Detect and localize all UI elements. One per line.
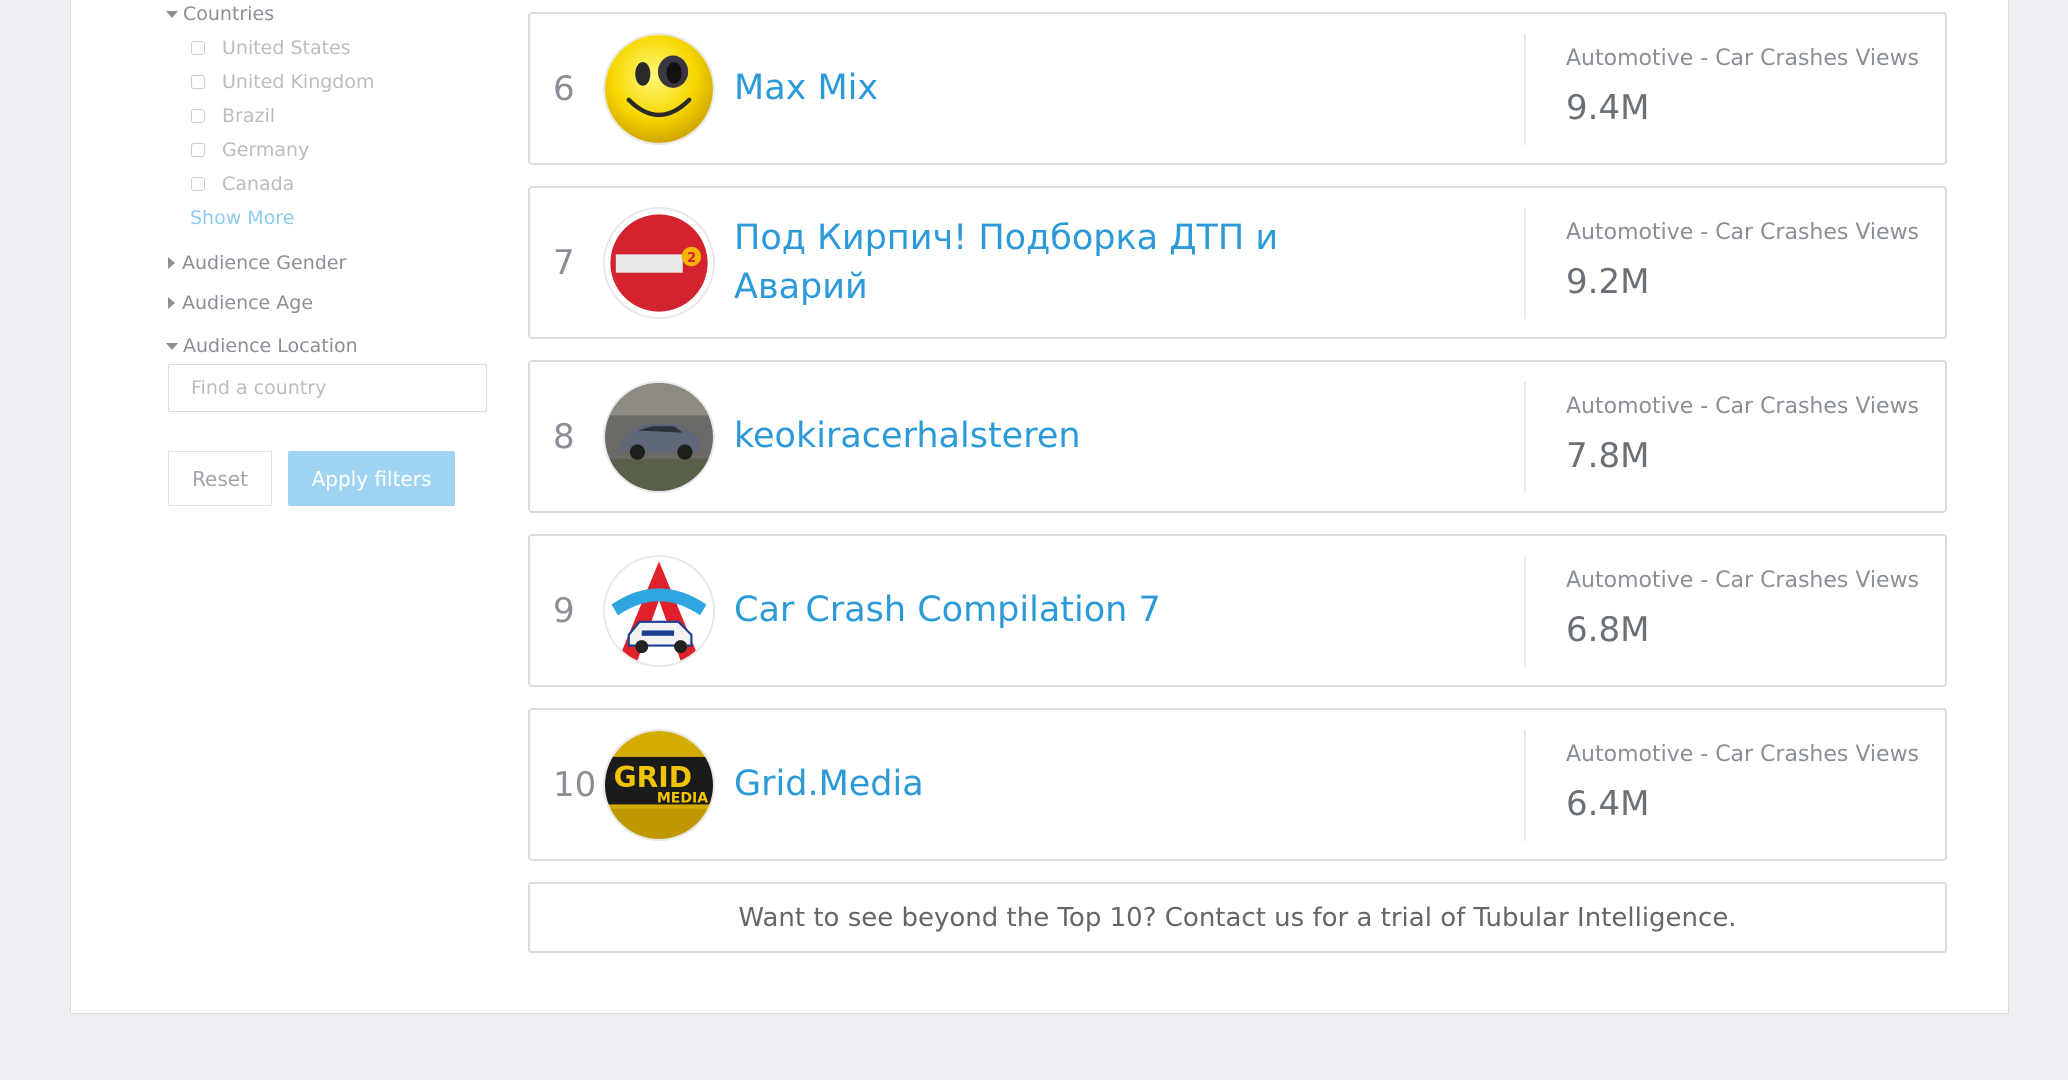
checkbox[interactable]	[191, 109, 205, 123]
views-count: 6.8M	[1566, 610, 1650, 650]
category-label: Automotive - Car Crashes Views	[1566, 46, 1920, 71]
country-option[interactable]: Brazil	[191, 105, 275, 127]
svg-text:MEDIA: MEDIA	[657, 790, 708, 806]
ranking-card[interactable]: 8 keokiracerhalsteren Automotive - Car C…	[528, 360, 1947, 513]
rank-number: 9	[553, 590, 575, 631]
channel-name-link[interactable]: keokiracerhalsteren	[734, 362, 1294, 511]
divider	[1524, 34, 1526, 145]
country-option[interactable]: Canada	[191, 173, 294, 195]
country-option[interactable]: Germany	[191, 139, 309, 161]
reset-button[interactable]: Reset	[168, 451, 272, 506]
rank-number: 10	[553, 764, 597, 805]
views-count: 7.8M	[1566, 436, 1650, 476]
category-label: Automotive - Car Crashes Views	[1566, 568, 1920, 593]
caret-right-icon	[168, 257, 175, 269]
audience-age-label: Audience Age	[182, 292, 314, 314]
audience-gender-label: Audience Gender	[182, 252, 347, 274]
country-label: United Kingdom	[222, 71, 375, 93]
channel-name-link[interactable]: Grid.Media	[734, 710, 1294, 859]
country-label: United States	[222, 37, 351, 59]
views-count: 9.4M	[1566, 88, 1650, 128]
country-search-input[interactable]	[168, 364, 487, 412]
audience-gender-filter-header[interactable]: Audience Gender	[168, 252, 346, 274]
country-label: Canada	[222, 173, 295, 195]
channel-name-link[interactable]: Car Crash Compilation 7	[734, 536, 1294, 685]
checkbox[interactable]	[191, 75, 205, 89]
checkbox[interactable]	[191, 177, 205, 191]
country-label: Brazil	[222, 105, 276, 127]
category-label: Automotive - Car Crashes Views	[1566, 220, 1920, 245]
divider	[1524, 730, 1526, 841]
countries-label: Countries	[183, 3, 275, 25]
category-label: Automotive - Car Crashes Views	[1566, 394, 1920, 419]
caret-right-icon	[168, 297, 175, 309]
ranking-card[interactable]: 6 Max Mix Automotive - Car Crashes Views…	[528, 12, 1947, 165]
audience-location-filter-header[interactable]: Audience Location	[166, 335, 358, 357]
top10-cta-banner[interactable]: Want to see beyond the Top 10? Contact u…	[528, 882, 1947, 953]
ranking-card[interactable]: 10 GRID MEDIA Grid.Media Automotive - Ca…	[528, 708, 1947, 861]
audience-age-filter-header[interactable]: Audience Age	[168, 292, 313, 314]
divider	[1524, 382, 1526, 493]
country-option[interactable]: United Kingdom	[191, 71, 375, 93]
divider	[1524, 556, 1526, 667]
ranking-card[interactable]: 9 Car Crash Compilation 7 Automotive - C…	[528, 534, 1947, 687]
channel-name-link[interactable]: Max Mix	[734, 14, 1294, 163]
views-count: 9.2M	[1566, 262, 1650, 302]
views-count: 6.4M	[1566, 784, 1650, 824]
rank-number: 7	[553, 242, 575, 283]
channel-name-link[interactable]: Под Кирпич! Подборка ДТП и Аварий	[734, 188, 1294, 337]
rank-number: 8	[553, 416, 575, 457]
audience-location-label: Audience Location	[183, 335, 358, 357]
category-label: Automotive - Car Crashes Views	[1566, 742, 1920, 767]
police-car-logo-icon[interactable]	[603, 555, 715, 667]
caret-down-icon	[166, 10, 178, 18]
country-label: Germany	[222, 139, 310, 161]
grid-media-logo-icon[interactable]: GRID MEDIA	[603, 729, 715, 841]
caret-down-icon	[166, 342, 178, 350]
checkbox[interactable]	[191, 143, 205, 157]
countries-filter-header[interactable]: Countries	[166, 3, 274, 25]
no-entry-sign-icon[interactable]: 2	[603, 207, 715, 319]
country-option[interactable]: United States	[191, 37, 351, 59]
ranking-card[interactable]: 7 2 Под Кирпич! Подборка ДТП и Аварий Au…	[528, 186, 1947, 339]
rank-number: 6	[553, 68, 575, 109]
car-photo-icon[interactable]	[603, 381, 715, 493]
svg-text:GRID: GRID	[614, 761, 692, 794]
show-more-link[interactable]: Show More	[190, 207, 294, 229]
smiley-face-icon[interactable]	[603, 33, 715, 145]
checkbox[interactable]	[191, 41, 205, 55]
divider	[1524, 208, 1526, 319]
svg-text:2: 2	[687, 251, 696, 266]
apply-filters-button[interactable]: Apply filters	[288, 451, 455, 506]
